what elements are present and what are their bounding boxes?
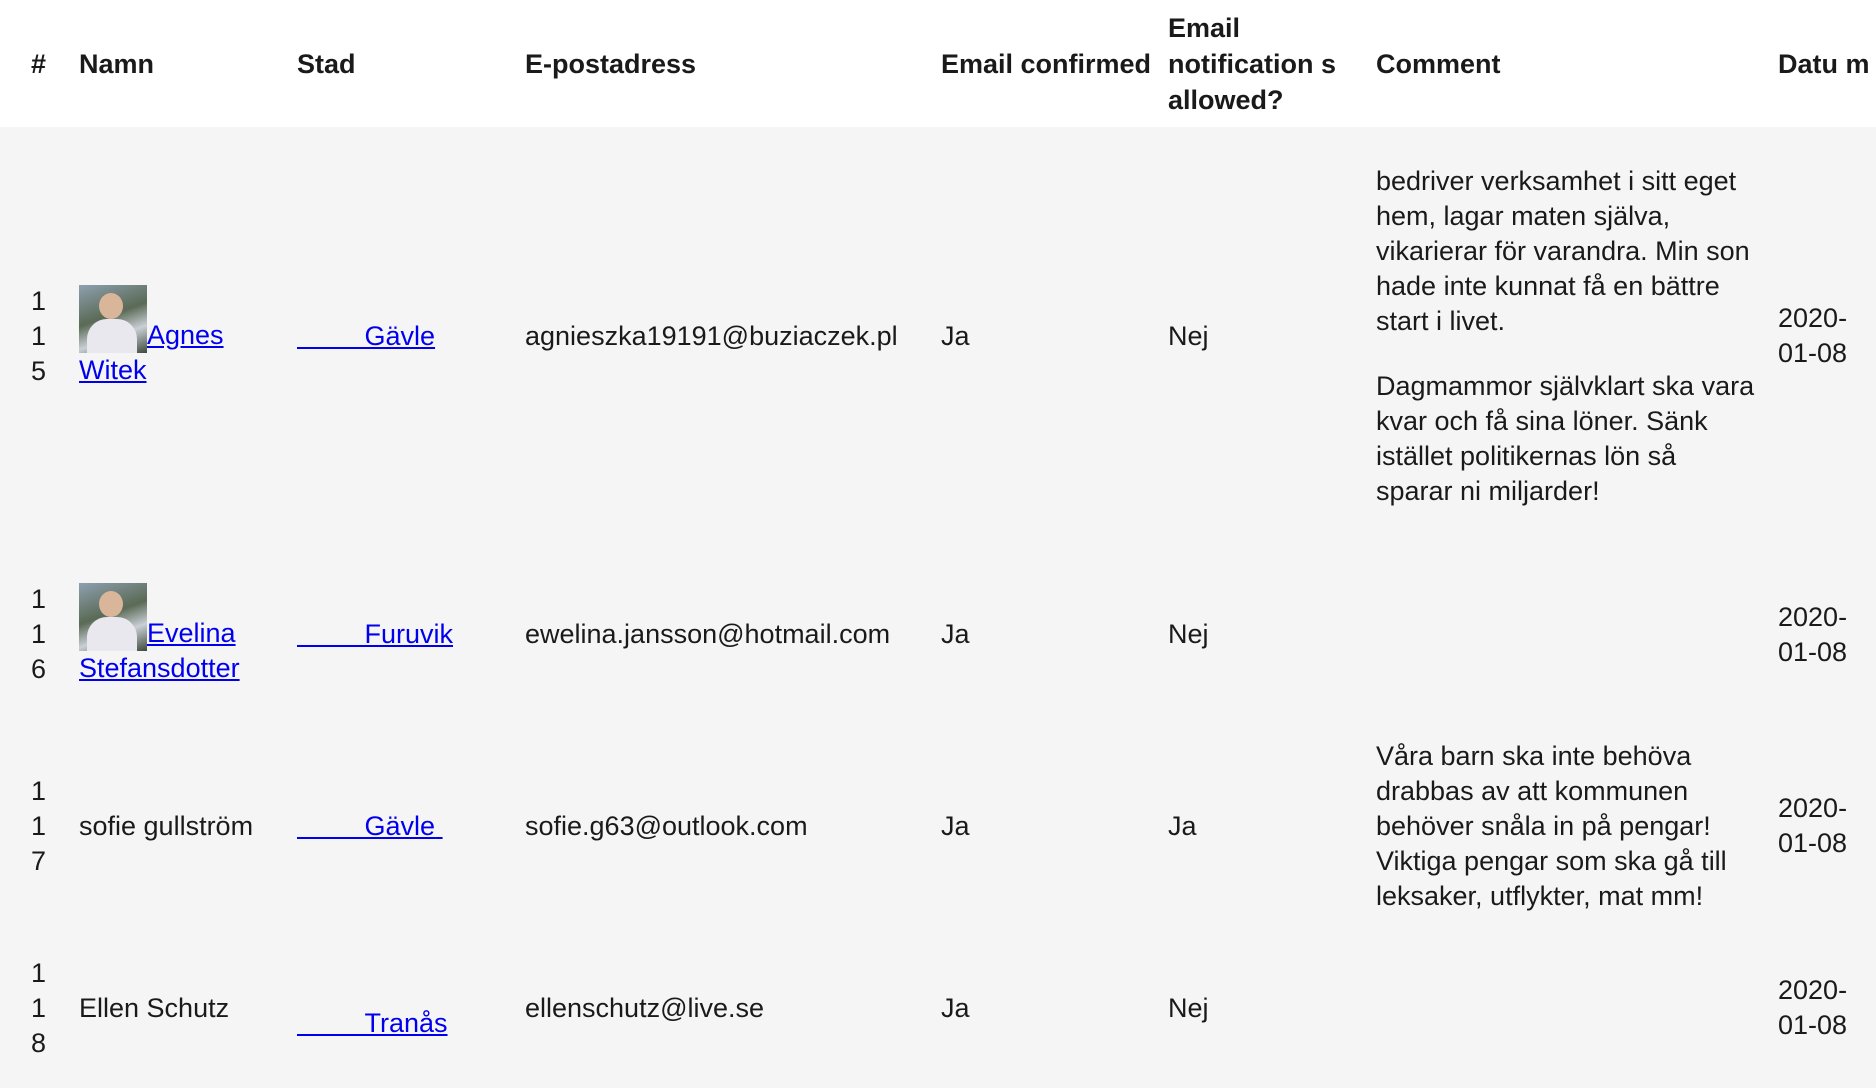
header-name: Namn — [79, 48, 155, 79]
row-number: 118 — [31, 957, 47, 1058]
email-cell: agnieszka19191@buziaczek.pl — [525, 320, 898, 351]
confirmed-cell: Ja — [941, 619, 970, 649]
city-label: Gävle — [364, 320, 436, 351]
table-header: # Namn Stad E-postadress Email confirmed… — [0, 0, 1876, 127]
signatures-table: # Namn Stad E-postadress Email confirmed… — [0, 0, 1876, 1088]
avatar — [79, 583, 147, 651]
comment-text: bedriver verksamhet i sitt eget hem, lag… — [1376, 165, 1750, 336]
row-number: 115 — [31, 285, 47, 386]
comment-cell: bedriver verksamhet i sitt eget hem, lag… — [1376, 127, 1778, 545]
date-cell: 2020-01-08 — [1778, 303, 1848, 368]
date-cell: 2020-01-08 — [1778, 975, 1848, 1040]
city-link[interactable]: Furuvik — [297, 619, 454, 649]
notifications-cell: Nej — [1168, 992, 1209, 1023]
header-city: Stad — [297, 48, 356, 79]
signer-name: sofie gullström — [79, 810, 254, 841]
confirmed-cell: Ja — [941, 810, 970, 841]
signer-name: Ellen Schutz — [79, 992, 230, 1023]
city-cell: Gävle — [297, 127, 525, 545]
table-row: 118 Ellen Schutz Tranås ellenschutz@live… — [0, 928, 1876, 1088]
header-notifications: Email notification s allowed? — [1168, 12, 1336, 115]
date-cell: 2020-01-08 — [1778, 601, 1848, 667]
city-label: Gävle — [364, 810, 436, 841]
city-link[interactable]: Gävle — [297, 320, 436, 351]
comment-cell: Våra barn ska inte behöva drabbas av att… — [1376, 724, 1778, 928]
table-row: 117 sofie gullström Gävle sofie.g63@outl… — [0, 724, 1876, 928]
city-cell: Furuvik — [297, 545, 525, 724]
table-row: 115 Agnes Witek Gävle agnieszka19191@buz… — [0, 127, 1876, 545]
row-number: 116 — [31, 584, 47, 684]
email-cell: sofie.g63@outlook.com — [525, 810, 808, 841]
header-num: # — [31, 48, 47, 79]
header-comment: Comment — [1376, 48, 1501, 79]
signer-name-cell: Evelina Stefansdotter — [79, 545, 297, 724]
header-date: Datu m — [1778, 48, 1870, 79]
header-email: E-postadress — [525, 48, 697, 79]
notifications-cell: Nej — [1168, 619, 1209, 649]
city-link[interactable]: Gävle — [297, 811, 443, 841]
comment-cell — [1376, 928, 1778, 1088]
confirmed-cell: Ja — [941, 992, 970, 1023]
notifications-cell: Ja — [1168, 810, 1197, 841]
notifications-cell: Nej — [1168, 320, 1209, 351]
email-cell: ellenschutz@live.se — [525, 992, 765, 1023]
city-label: Tranås — [364, 1007, 448, 1038]
email-cell: ewelina.jansson@hotmail.com — [525, 619, 891, 649]
city-cell: Tranås — [297, 928, 525, 1088]
date-cell: 2020-01-08 — [1778, 793, 1848, 858]
comment-text: Våra barn ska inte behöva drabbas av att… — [1376, 740, 1727, 911]
avatar — [79, 284, 147, 353]
table-row: 116 Evelina Stefansdotter Furuvik ewelin… — [0, 545, 1876, 724]
confirmed-cell: Ja — [941, 320, 970, 351]
city-link[interactable]: Tranås — [297, 1008, 448, 1038]
city-cell: Gävle — [297, 724, 525, 928]
comment-text: Dagmammor självklart ska vara kvar och f… — [1376, 370, 1755, 506]
comment-cell — [1376, 545, 1778, 724]
header-confirmed: Email confirmed — [941, 48, 1152, 79]
signer-name-cell: Agnes Witek — [79, 127, 297, 545]
row-number: 117 — [31, 775, 47, 876]
city-label: Furuvik — [364, 619, 454, 649]
